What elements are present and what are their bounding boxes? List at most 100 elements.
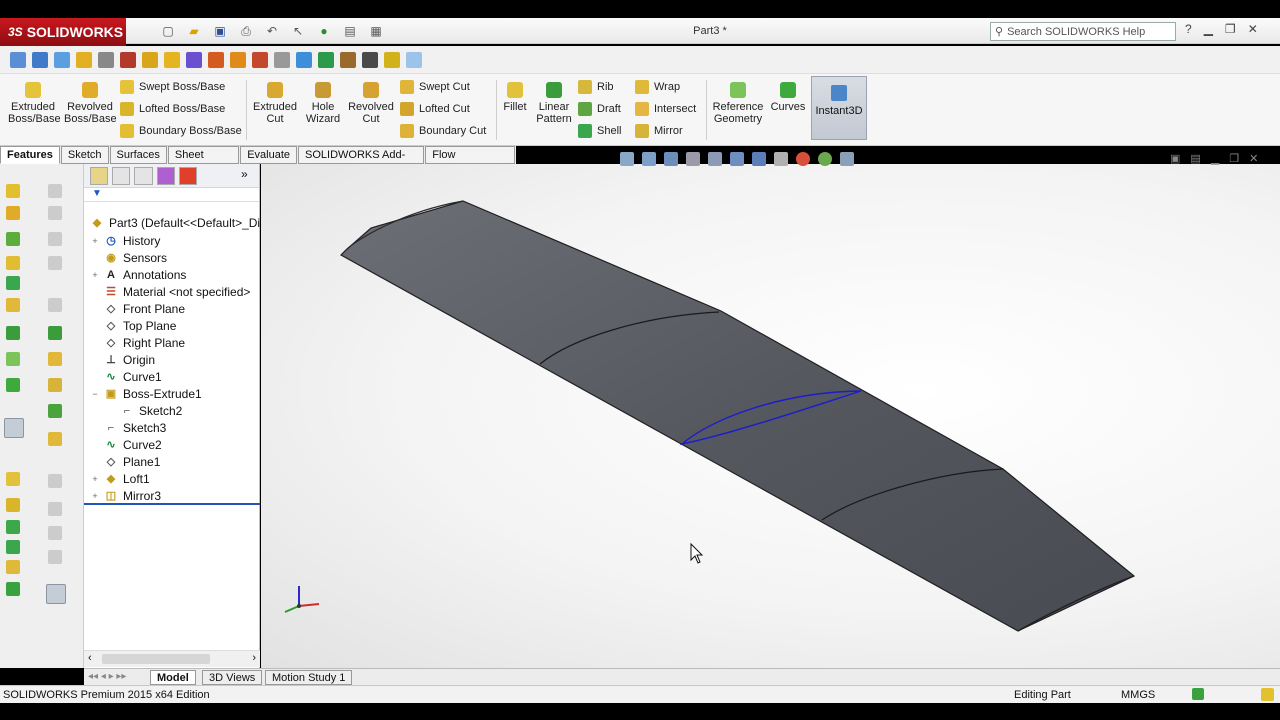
tree-item-mirror3[interactable]: + ◫ Mirror3 xyxy=(90,487,161,504)
loft-tool-icon[interactable] xyxy=(6,232,20,246)
tab-sheet-metal[interactable]: Sheet Metal xyxy=(167,146,240,178)
close-icon[interactable]: ✕ xyxy=(1248,22,1258,36)
tree-item-top-plane[interactable]: ◇ Top Plane xyxy=(90,317,177,334)
viewport-minimize-icon[interactable]: ▁ xyxy=(1211,152,1219,165)
undo-icon[interactable]: ↶ xyxy=(264,23,280,39)
dimxpert-tab-icon[interactable] xyxy=(156,166,175,185)
coordinate-system-icon[interactable] xyxy=(48,404,62,418)
mass-properties-icon[interactable] xyxy=(54,51,70,68)
feature-statistics-icon[interactable] xyxy=(318,51,334,68)
instant3d-button[interactable]: Instant3D xyxy=(811,76,867,140)
display-style-icon[interactable] xyxy=(752,152,766,166)
linear-pattern-button[interactable]: Linear Pattern xyxy=(534,82,574,125)
revolved-boss-button[interactable]: Revolved Boss/Base xyxy=(64,82,117,125)
instant3d-tool-icon[interactable] xyxy=(4,418,24,438)
minimize-icon[interactable]: ▁ xyxy=(1204,22,1213,36)
shell-tool-icon[interactable] xyxy=(6,276,20,290)
deviation-analysis-icon[interactable] xyxy=(164,51,180,68)
wrap-tool-icon[interactable] xyxy=(6,298,20,312)
tree-item-curve1[interactable]: ∿ Curve1 xyxy=(90,368,161,385)
viewport-split-icon[interactable]: ▤ xyxy=(1190,152,1200,165)
import-diagnostics-icon[interactable] xyxy=(142,51,158,68)
print-icon[interactable]: ⎙ xyxy=(238,23,254,39)
reference-geometry-button[interactable]: Reference Geometry xyxy=(712,82,764,125)
wing-top-surface[interactable] xyxy=(340,200,1136,632)
tab-sketch[interactable]: Sketch xyxy=(60,146,109,164)
expand-toggle-icon[interactable]: − xyxy=(90,389,100,399)
fillet-button[interactable]: Fillet xyxy=(502,82,528,113)
fillet-tool-icon[interactable] xyxy=(6,472,20,486)
smart-dimension-icon[interactable] xyxy=(10,51,26,68)
open-icon[interactable]: ▰ xyxy=(186,23,202,39)
tree-item-right-plane[interactable]: ◇ Right Plane xyxy=(90,334,185,351)
instant3d-tool-icon[interactable] xyxy=(46,584,66,604)
symmetry-check-icon[interactable] xyxy=(274,51,290,68)
edit-appearance-icon[interactable] xyxy=(796,152,810,166)
tree-item-boss-extrude1[interactable]: − ▣ Boss-Extrude1 xyxy=(90,385,201,402)
view-settings-icon[interactable] xyxy=(840,152,854,166)
toolbox-icon[interactable] xyxy=(362,51,378,68)
tree-item-history[interactable]: + ◷ History xyxy=(90,232,160,249)
tree-item-curve2[interactable]: ∿ Curve2 xyxy=(90,436,161,453)
sweep-tool-icon[interactable] xyxy=(6,256,20,270)
shell-button[interactable]: Shell xyxy=(578,124,621,138)
feature-manager-tab-icon[interactable] xyxy=(90,166,109,185)
draft-button[interactable]: Draft xyxy=(578,102,621,116)
new-icon[interactable]: ▢ xyxy=(160,23,176,39)
hide-show-items-icon[interactable] xyxy=(774,152,788,166)
boundary-cut-button[interactable]: Boundary Cut xyxy=(400,124,486,138)
tab-surfaces[interactable]: Surfaces xyxy=(109,146,167,164)
apply-scene-icon[interactable] xyxy=(818,152,832,166)
tree-item-origin[interactable]: ⊥ Origin xyxy=(90,351,155,368)
expand-toggle-icon[interactable]: + xyxy=(90,270,100,280)
scroll-left-icon[interactable]: ‹ xyxy=(88,652,92,664)
extrude-tool-icon[interactable] xyxy=(6,184,20,198)
bottom-tab-nav-icon[interactable]: ◂◂ ◂ ▸ ▸▸ xyxy=(88,671,126,682)
viewport-restore-icon[interactable]: ❐ xyxy=(1229,152,1239,165)
extruded-cut-button[interactable]: Extruded Cut xyxy=(252,82,298,125)
equations-icon[interactable] xyxy=(186,51,202,68)
simulation-icon[interactable] xyxy=(406,51,422,68)
tree-item-sketch3[interactable]: ⌐ Sketch3 xyxy=(90,419,167,436)
viewport-tile-icon[interactable]: ▣ xyxy=(1170,152,1180,165)
curve-tool-icon[interactable] xyxy=(6,378,20,392)
expand-toggle-icon[interactable]: + xyxy=(90,236,100,246)
pattern-tool-icon[interactable] xyxy=(6,326,20,340)
performance-evaluation-icon[interactable] xyxy=(340,51,356,68)
model-canvas[interactable] xyxy=(261,164,1280,668)
expand-toggle-icon[interactable]: + xyxy=(90,474,100,484)
point-tool-icon[interactable] xyxy=(48,352,62,366)
chamfer-tool-icon[interactable] xyxy=(6,498,20,512)
composite-curve-icon[interactable] xyxy=(6,582,20,596)
extruded-boss-button[interactable]: Extruded Boss/Base xyxy=(8,82,61,125)
lofted-boss-button[interactable]: Lofted Boss/Base xyxy=(120,102,225,116)
scroll-thumb[interactable] xyxy=(102,654,210,664)
rebuild-status-icon[interactable] xyxy=(1192,688,1204,700)
draft-tool-icon[interactable] xyxy=(6,520,20,534)
boundary-boss-button[interactable]: Boundary Boss/Base xyxy=(120,124,242,138)
draft-analysis-icon[interactable] xyxy=(252,51,268,68)
tab-motion-study[interactable]: Motion Study 1 xyxy=(265,670,353,685)
zebra-stripes-icon[interactable] xyxy=(208,51,224,68)
tree-item-material-not-specified[interactable]: ☰ Material <not specified> xyxy=(90,283,250,300)
swept-cut-button[interactable]: Swept Cut xyxy=(400,80,470,94)
tab-3d-views[interactable]: 3D Views xyxy=(202,670,263,685)
swept-boss-button[interactable]: Swept Boss/Base xyxy=(120,80,225,94)
zoom-to-fit-icon[interactable] xyxy=(620,152,634,166)
move-face-icon[interactable] xyxy=(48,432,62,446)
intersect-button[interactable]: Intersect xyxy=(635,102,696,116)
units-selector[interactable]: MMGS xyxy=(1121,689,1155,701)
measure-icon[interactable] xyxy=(32,51,48,68)
view-orientation-icon[interactable] xyxy=(730,152,744,166)
split-tool-icon[interactable] xyxy=(6,560,20,574)
tree-item-front-plane[interactable]: ◇ Front Plane xyxy=(90,300,185,317)
tree-horizontal-scrollbar[interactable]: ‹ › xyxy=(84,650,260,667)
lofted-cut-button[interactable]: Lofted Cut xyxy=(400,102,470,116)
hole-wizard-button[interactable]: Hole Wizard xyxy=(302,82,344,125)
tree-root[interactable]: ◆ Part3 (Default<<Default>_Disp xyxy=(86,214,273,231)
tab-features[interactable]: Features xyxy=(0,146,60,164)
display-manager-tab-icon[interactable] xyxy=(178,166,198,185)
tree-item-sketch2[interactable]: ⌐ Sketch2 xyxy=(106,402,183,419)
tab-addins[interactable]: SOLIDWORKS Add-Ins xyxy=(298,146,425,178)
curvature-icon[interactable] xyxy=(230,51,246,68)
